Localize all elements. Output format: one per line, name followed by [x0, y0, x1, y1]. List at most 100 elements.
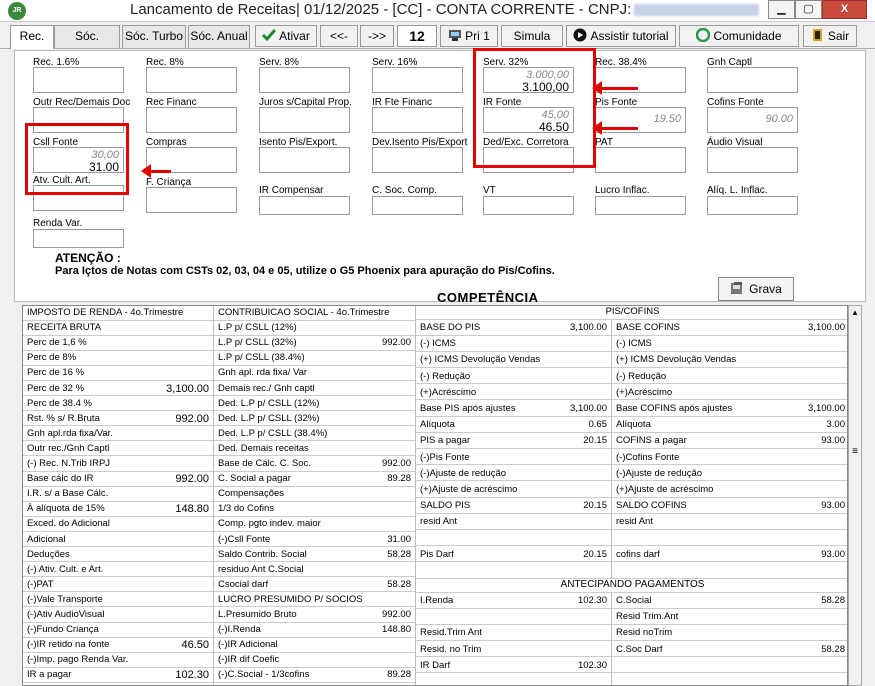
toolbar: Rec. Sóc. Normal Sóc. Turbo Sóc. Anual A… — [0, 23, 875, 64]
col2-row: (-)IR Adicional — [214, 638, 415, 653]
col3-row: (+)Ajuste de acréscimo — [416, 483, 611, 498]
cofins-field[interactable]: 90.00 — [707, 107, 798, 133]
aliq-field[interactable] — [707, 196, 798, 215]
simula-button[interactable]: Simula — [501, 25, 563, 47]
pis-column: BASE DO PIS 3,100.00 (-) ICMS (+) ICMS Devo… — [416, 306, 612, 685]
devisento-field[interactable] — [372, 147, 463, 173]
col1-row-label: Perc de 1,6 % — [27, 337, 87, 349]
col3-row: SALDO PIS 20.15 — [416, 499, 611, 514]
col4b-row-label: Resid Trim.Ant — [616, 611, 679, 623]
col3-row-label: (-)Ajuste de redução — [420, 467, 507, 479]
tutorial-button[interactable]: Assistir tutorial — [566, 25, 676, 47]
attention-text: Para Içtos de Notas com CSTs 02, 03, 04 … — [55, 265, 555, 277]
col4b-row-value: 58.28 — [821, 595, 845, 606]
col1-row-label: Gnh apl.rda fixa/Var. — [27, 427, 113, 439]
lucro-field[interactable] — [595, 196, 686, 215]
fcrianca-field[interactable] — [146, 187, 237, 213]
col1-row: (-)IR retido na fonte 46.50 — [23, 638, 213, 653]
tab-soc-anual[interactable]: Sóc. Anual — [188, 25, 250, 48]
col3-row-label: resid Ant — [420, 516, 457, 528]
prev-button[interactable]: <<- — [320, 25, 358, 47]
col3-row-label: (+) ICMS Devolução Vendas — [420, 354, 541, 366]
scroll-grip-icon[interactable]: ≡ — [850, 446, 860, 457]
vertical-scrollbar[interactable]: ▲ ≡ — [848, 305, 862, 686]
col1-row: Base cálc do IR 992.00 — [23, 472, 213, 487]
isento-field[interactable] — [259, 147, 350, 173]
highlight-box-csll — [25, 123, 129, 195]
audio-field[interactable] — [707, 147, 798, 173]
rec16-field[interactable] — [33, 67, 124, 93]
col2-row: L.Presumido Bruto 992.00 — [214, 608, 415, 623]
col2-row-label: (-)IR dif Coefic — [218, 654, 280, 666]
renda-field[interactable] — [33, 229, 124, 248]
print-button[interactable]: Pri 1 — [440, 25, 498, 47]
sair-button[interactable]: Sair — [803, 25, 857, 47]
col1-row: IR a pagar 102.30 — [23, 668, 213, 683]
renda-label: Renda Var. — [33, 218, 83, 229]
gnh-field[interactable] — [707, 67, 798, 93]
col1-row-label: Deduções — [27, 548, 70, 560]
col2-row: 1/3 do Cofins — [214, 502, 415, 517]
juros-field[interactable] — [259, 107, 350, 133]
col3-row — [416, 532, 611, 547]
col2-row-value: 148.80 — [381, 624, 411, 636]
col3b-row: Resid. no Trim — [416, 643, 611, 658]
col1-row-value: 3,100.00 — [166, 382, 209, 395]
serv16-field[interactable] — [372, 67, 463, 93]
col2-row: Compensações — [214, 487, 415, 502]
pat-field[interactable] — [595, 147, 686, 173]
col4b-row: C.Soc Darf 58.28 — [612, 643, 847, 658]
col2-row-value: 992.00 — [381, 458, 411, 469]
csoc-field[interactable] — [372, 196, 463, 215]
irfte-field[interactable] — [372, 107, 463, 133]
col3b-row-label: I.Renda — [420, 595, 454, 606]
col4-row: cofins darf 93.00 — [612, 548, 847, 563]
col2-row: Base de Cálc. C. Soc. 992.00 — [214, 457, 415, 472]
comunidade-button[interactable]: Comunidade — [679, 25, 799, 47]
ircomp-field[interactable] — [259, 196, 350, 215]
col3-row-value: 3,100.00 — [570, 322, 607, 333]
play-icon — [573, 28, 587, 42]
col1-row: Rst. % s/ R.Bruta 992.00 — [23, 412, 213, 427]
save-icon — [730, 280, 744, 294]
col1-row-value: 148.80 — [175, 503, 209, 516]
next-button[interactable]: ->> — [360, 25, 394, 47]
col3b-row: I.Renda 102.30 — [416, 594, 611, 609]
grava-button[interactable]: Grava — [718, 277, 794, 301]
col1-row: Perc de 1,6 % — [23, 336, 213, 351]
tab-rec[interactable]: Rec. — [10, 25, 54, 49]
rec8-field[interactable] — [146, 67, 237, 93]
col3-row: (-) ICMS — [416, 337, 611, 352]
col2-row: Ded. Demais receitas — [214, 442, 415, 457]
minimize-button[interactable]: ▁ — [768, 0, 795, 19]
maximize-button[interactable]: ▢ — [795, 0, 822, 19]
col2-row-label: Saldo Contrib. Social — [218, 548, 307, 560]
col1-row-label: Perc de 16 % — [27, 367, 85, 379]
scroll-up-icon[interactable]: ▲ — [849, 306, 861, 320]
col1-row-value: 46.50 — [181, 639, 209, 652]
vt-field[interactable] — [483, 196, 574, 215]
col4b-row-label: Resid noTrim — [616, 627, 673, 639]
col4-row: (-)Cofins Fonte — [612, 451, 847, 466]
ativar-button[interactable]: Ativar — [255, 25, 317, 47]
col2-row: (-)IR dif Coefic — [214, 653, 415, 668]
arrow-serv32 — [592, 81, 638, 95]
col4-row-label: Alíquota — [616, 419, 651, 431]
col2-row: CONTRIBUICAO SOCIAL - 4o.Trimestre — [214, 306, 415, 321]
col3-row: (-) Redução — [416, 370, 611, 385]
col3-row-label: PIS a pagar — [420, 435, 471, 447]
close-button[interactable]: X — [822, 0, 867, 19]
antecipando-header: ANTECIPANDO PAGAMENTOS — [416, 578, 847, 593]
col2-row: Comp. pgto indev. maior — [214, 517, 415, 532]
col2-row-label: L.Presumido Bruto — [218, 609, 297, 620]
page-number[interactable]: 12 — [397, 25, 437, 47]
col2-row-label: LUCRO PRESUMIDO P/ SOCIOS — [218, 593, 363, 605]
col4b-row: C.Social 58.28 — [612, 594, 847, 609]
col2-row-label: L.P p/ CSLL (38.4%) — [218, 352, 305, 364]
recfin-field[interactable] — [146, 107, 237, 133]
tab-soc-turbo[interactable]: Sóc. Turbo — [122, 25, 186, 48]
tab-soc-normal[interactable]: Sóc. Normal — [54, 25, 120, 64]
serv8-field[interactable] — [259, 67, 350, 93]
col3-row: (-)Ajuste de redução — [416, 467, 611, 482]
col2-row-value: 31.00 — [387, 533, 411, 545]
